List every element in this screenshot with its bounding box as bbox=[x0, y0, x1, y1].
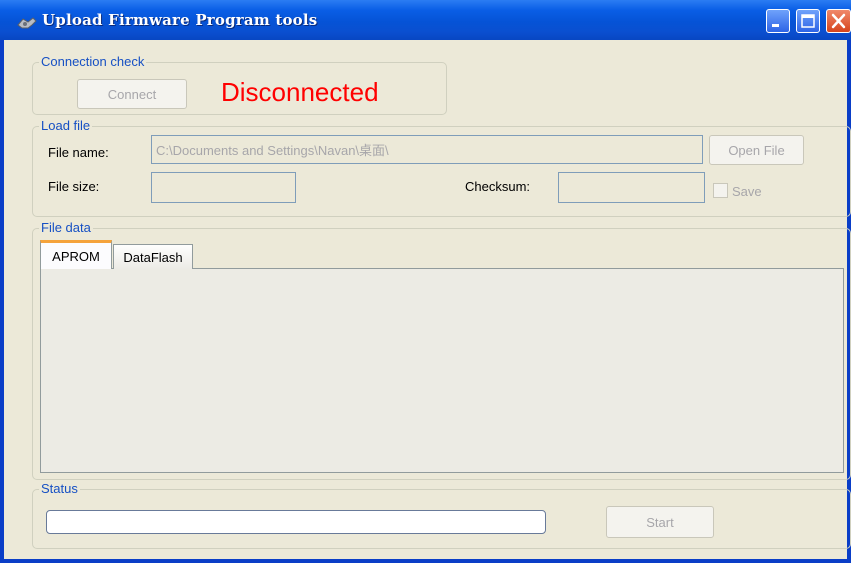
status-legend: Status bbox=[39, 481, 80, 496]
status-group: Status Start bbox=[32, 481, 851, 549]
save-checkbox[interactable] bbox=[713, 183, 728, 198]
close-icon bbox=[831, 13, 846, 29]
file-size-field[interactable] bbox=[151, 172, 296, 203]
connection-status: Disconnected bbox=[221, 77, 379, 107]
load-file-legend: Load file bbox=[39, 118, 93, 133]
file-name-label: File name: bbox=[48, 145, 109, 160]
load-file-group: Load file File name: C:\Documents and Se… bbox=[32, 118, 851, 217]
file-data-legend: File data bbox=[39, 220, 93, 235]
connection-group: Connection check Connect Disconnected bbox=[32, 54, 447, 115]
minimize-icon bbox=[772, 24, 779, 27]
start-button[interactable]: Start bbox=[606, 506, 714, 538]
progress-bar bbox=[46, 510, 546, 534]
tool-icon bbox=[17, 17, 37, 29]
close-button[interactable] bbox=[826, 9, 851, 33]
title-bar[interactable]: Upload Firmware Program tools bbox=[0, 0, 851, 40]
connect-button[interactable]: Connect bbox=[77, 79, 187, 109]
main-content: Connection check Connect Disconnected Lo… bbox=[4, 40, 851, 559]
minimize-button[interactable] bbox=[766, 9, 790, 33]
save-label: Save bbox=[732, 184, 762, 199]
file-size-label: File size: bbox=[48, 179, 100, 194]
app-window: Upload Firmware Program tools Connection… bbox=[0, 0, 851, 563]
checksum-label: Checksum: bbox=[465, 179, 531, 194]
file-name-field[interactable]: C:\Documents and Settings\Navan\桌面\ bbox=[151, 135, 703, 164]
open-file-button[interactable]: Open File bbox=[709, 135, 804, 165]
aprom-tab-page bbox=[40, 268, 844, 473]
maximize-icon bbox=[801, 14, 815, 28]
checksum-field[interactable] bbox=[558, 172, 705, 203]
maximize-button[interactable] bbox=[796, 9, 820, 33]
tab-dataflash[interactable]: DataFlash bbox=[113, 244, 193, 269]
window-title: Upload Firmware Program tools bbox=[42, 11, 318, 29]
tab-aprom[interactable]: APROM bbox=[40, 240, 112, 269]
connection-legend: Connection check bbox=[39, 54, 147, 69]
file-data-group: File data APROM DataFlash bbox=[32, 220, 851, 480]
